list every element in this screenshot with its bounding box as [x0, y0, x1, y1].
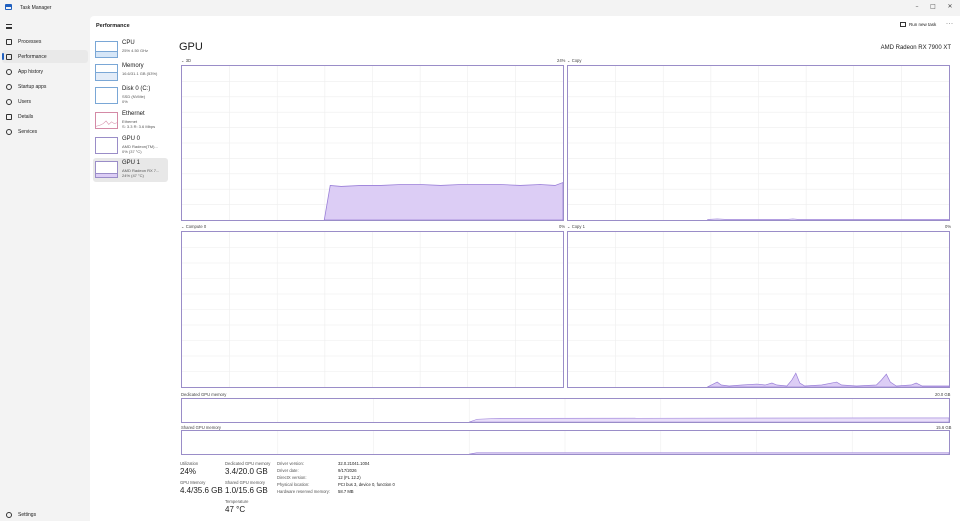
- graph-max-copy1: 0%: [945, 224, 952, 229]
- perf-item-sub2: 0%: [122, 99, 128, 104]
- more-options-button[interactable]: ···: [946, 21, 954, 27]
- startup-icon: [6, 83, 12, 90]
- graph-compute0: [181, 231, 564, 388]
- sidebar-item-services[interactable]: Services: [2, 125, 88, 138]
- ethernet-thumbnail: [95, 112, 118, 129]
- utilization-label: Utilization: [180, 461, 199, 466]
- sidebar-item-label: Processes: [18, 38, 42, 45]
- disk-thumbnail: [95, 87, 118, 104]
- task-manager-icon: [5, 4, 12, 10]
- temperature-value: 47 °C: [225, 505, 246, 514]
- perf-item-sub: 25% 4.50 GHz: [122, 48, 149, 53]
- graph-max-3d: 24%: [557, 58, 566, 63]
- perf-item-gpu1[interactable]: GPU 1 AMD Radeon RX 7... 24% (47 °C): [93, 158, 168, 182]
- graph-copy: [567, 65, 950, 221]
- driver-version-label: Driver version:: [277, 461, 304, 466]
- reserved-memory-value: 58.7 MB: [338, 489, 354, 494]
- sidebar-item-label: Settings: [18, 511, 37, 518]
- gpu-title: GPU: [179, 41, 203, 53]
- page-title: Performance: [96, 23, 130, 29]
- driver-date-label: Driver date:: [277, 468, 299, 473]
- gear-icon: [6, 511, 12, 518]
- driver-date-value: 9/17/2026: [338, 468, 357, 473]
- gpu-memory-value: 4.4/35.6 GB: [180, 486, 223, 495]
- graph-label-compute0[interactable]: ⌄ Compute 0: [181, 224, 206, 229]
- physical-location-label: Physical location:: [277, 482, 310, 487]
- perf-item-name: Memory: [122, 63, 144, 69]
- sidebar-item-label: Startup apps: [18, 83, 47, 90]
- sidebar-item-label: Services: [18, 128, 38, 135]
- run-new-task-button[interactable]: Run new task: [900, 22, 936, 27]
- graph-max-dedicated: 20.0 GB: [935, 392, 951, 397]
- graph-label-copy1[interactable]: ⌄ Copy 1: [567, 224, 585, 229]
- details-icon: [6, 113, 12, 120]
- gpu1-thumbnail: [95, 161, 118, 178]
- perf-item-gpu0[interactable]: GPU 0 AMD Radeon(TM)... 0% (37 °C): [93, 134, 168, 158]
- gpu-memory-label: GPU Memory: [180, 480, 206, 485]
- gpu0-thumbnail: [95, 137, 118, 154]
- close-button[interactable]: ✕: [944, 3, 956, 11]
- directx-version-label: DirectX version:: [277, 475, 307, 480]
- shared-memory-value: 1.0/15.6 GB: [225, 486, 268, 495]
- performance-icon: [6, 53, 12, 60]
- perf-item-name: Disk 0 (C:): [122, 86, 151, 92]
- graph-max-compute0: 0%: [559, 224, 566, 229]
- physical-location-value: PCI bus 3, device 0, function 0: [338, 482, 395, 487]
- graph-3d: [181, 65, 564, 221]
- graph-copy1: [567, 231, 950, 388]
- gpu-model: AMD Radeon RX 7900 XT: [880, 45, 951, 51]
- sidebar-item-performance[interactable]: Performance: [2, 50, 88, 63]
- driver-version-value: 32.0.21041.1004: [338, 461, 370, 466]
- hamburger-menu-icon[interactable]: [6, 24, 12, 29]
- perf-item-memory[interactable]: Memory 16.6/31.1 GB (53%): [93, 61, 168, 85]
- sidebar-item-details[interactable]: Details: [2, 110, 88, 123]
- memory-thumbnail: [95, 64, 118, 81]
- perf-item-sub: 16.6/31.1 GB (53%): [122, 71, 158, 76]
- history-icon: [6, 68, 12, 75]
- utilization-value: 24%: [180, 467, 197, 476]
- dedicated-memory-value: 3.4/20.0 GB: [225, 467, 268, 476]
- sidebar-item-label: Users: [18, 98, 32, 105]
- processes-icon: [6, 38, 12, 45]
- perf-item-name: CPU: [122, 40, 135, 46]
- graph-shared-memory: [181, 430, 950, 455]
- reserved-memory-label: Hardware reserved memory:: [277, 489, 331, 494]
- perf-item-sub2: 24% (47 °C): [122, 173, 144, 178]
- sidebar-item-settings[interactable]: Settings: [2, 508, 88, 521]
- run-task-icon: [900, 22, 906, 27]
- main-panel: Performance Run new task ··· CPU 25% 4.5…: [90, 16, 960, 521]
- sidebar-item-processes[interactable]: Processes: [2, 35, 88, 48]
- graph-dedicated-memory: [181, 398, 950, 423]
- title-bar: Task Manager – □ ✕: [0, 0, 960, 16]
- temperature-label: Temperature: [225, 499, 249, 504]
- perf-item-name: Ethernet: [122, 111, 145, 117]
- cpu-thumbnail: [95, 41, 118, 58]
- sidebar-item-users[interactable]: Users: [2, 95, 88, 108]
- run-new-task-label: Run new task: [909, 22, 937, 27]
- users-icon: [6, 98, 12, 105]
- graph-label-copy[interactable]: ⌄ Copy: [567, 58, 581, 63]
- minimize-button[interactable]: –: [911, 3, 923, 11]
- sidebar: Processes Performance App history Startu…: [0, 16, 90, 521]
- sidebar-item-label: App history: [18, 68, 44, 75]
- app-title: Task Manager: [20, 5, 52, 11]
- sidebar-item-label: Details: [18, 113, 34, 120]
- shared-memory-label: Shared GPU memory: [225, 480, 266, 485]
- services-icon: [6, 128, 12, 135]
- perf-item-sub2: S: 3.3 R: 3.6 Mbps: [122, 124, 156, 129]
- graph-label-dedicated: Dedicated GPU memory: [181, 392, 227, 397]
- perf-item-sub2: 0% (37 °C): [122, 149, 142, 154]
- perf-item-cpu[interactable]: CPU 25% 4.50 GHz: [93, 38, 168, 62]
- maximize-button[interactable]: □: [927, 3, 939, 11]
- graph-label-3d[interactable]: ⌄ 3D: [181, 58, 191, 63]
- perf-item-name: GPU 0: [122, 136, 141, 142]
- perf-item-name: GPU 1: [122, 160, 141, 166]
- directx-version-value: 12 (FL 12.2): [338, 475, 361, 480]
- perf-item-ethernet[interactable]: Ethernet Ethernet S: 3.3 R: 3.6 Mbps: [93, 109, 168, 133]
- dedicated-memory-label: Dedicated GPU memory: [225, 461, 271, 466]
- perf-item-disk[interactable]: Disk 0 (C:) SSD (NVMe) 0%: [93, 84, 168, 108]
- sidebar-item-label: Performance: [18, 53, 47, 60]
- sidebar-item-startup-apps[interactable]: Startup apps: [2, 80, 88, 93]
- sidebar-item-app-history[interactable]: App history: [2, 65, 88, 78]
